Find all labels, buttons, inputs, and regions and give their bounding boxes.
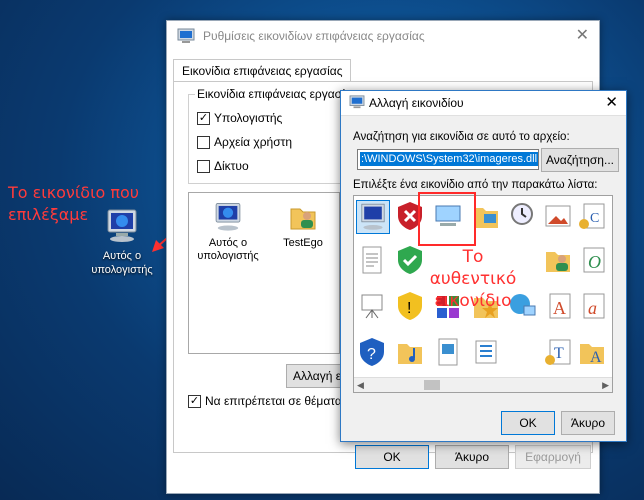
change-icon-button[interactable]: Αλλαγή ε	[286, 364, 348, 388]
document-icon	[362, 246, 382, 274]
grid-icon-font-italic-a[interactable]: a	[576, 290, 608, 322]
search-label: Αναζήτηση για εικονίδια σε αυτό το αρχεί…	[353, 131, 570, 143]
checkbox-checked-icon[interactable]: ✓	[197, 111, 210, 125]
music-folder-icon	[398, 344, 422, 364]
svg-text:A: A	[590, 349, 602, 366]
svg-text:O: O	[588, 252, 601, 272]
scroll-thumb[interactable]	[424, 380, 440, 390]
grid-icon-document-list[interactable]	[432, 336, 464, 368]
svg-text:a: a	[588, 298, 597, 318]
document-list-icon	[438, 338, 458, 366]
font-icon: A	[549, 293, 571, 319]
user-folder-icon	[546, 252, 570, 272]
checkbox-label: Να επιτρέπεται σε θέματα	[205, 394, 342, 408]
settings-window-icon	[177, 28, 195, 43]
grid-icon-picture[interactable]	[542, 200, 574, 232]
font-certificate-icon: T	[545, 339, 571, 365]
checkbox-icon[interactable]	[197, 159, 210, 173]
tab-desktop-icons[interactable]: Εικονίδια επιφάνειας εργασίας	[173, 59, 352, 82]
grid-icon-clock[interactable]	[506, 200, 538, 232]
title-bar: Αλλαγή εικονιδίου ✕	[341, 91, 626, 116]
title-bar: Ρυθμίσεις εικονιδίων επιφάνειας εργασίας…	[167, 21, 599, 51]
list-item-this-pc[interactable]: Αυτός ο υπολογιστής	[193, 201, 263, 263]
help-icon: ?	[360, 338, 384, 366]
select-label: Επιλέξτε ένα εικονίδιο από την παρακάτω …	[353, 179, 598, 191]
font-icon: O	[583, 247, 605, 273]
browse-button[interactable]: Αναζήτηση...	[541, 148, 619, 172]
close-icon[interactable]: ✕	[576, 25, 589, 45]
grid-icon-computer-selected[interactable]	[356, 200, 390, 234]
checkbox-computer[interactable]: ✓ Υπολογιστής	[197, 111, 282, 125]
picture-icon	[545, 205, 571, 227]
checkbox-network[interactable]: Δίκτυο	[197, 159, 249, 173]
list-item-label: Αυτός ο υπολογιστής	[197, 237, 259, 262]
annotation-box	[418, 192, 476, 246]
grid-icon-document[interactable]	[356, 244, 388, 276]
svg-text:A: A	[553, 298, 566, 318]
grid-icon-font-a[interactable]: A	[542, 290, 574, 322]
checkbox-label: Αρχεία χρήστη	[214, 135, 293, 149]
computer-icon	[361, 203, 385, 230]
settings-window-icon	[349, 95, 365, 109]
checkbox-checked-icon[interactable]: ✓	[188, 394, 201, 408]
checkbox-icon[interactable]	[197, 135, 210, 149]
scroll-right-icon[interactable]: ▶	[602, 378, 609, 392]
clock-icon	[511, 203, 533, 225]
file-path-input[interactable]: :\WINDOWS\System32\imageres.dll	[357, 149, 539, 170]
list-icon	[475, 340, 497, 364]
font-icon: a	[583, 293, 605, 319]
checkbox-label: Δίκτυο	[214, 159, 249, 173]
svg-text:!: !	[407, 300, 411, 317]
close-icon[interactable]: ✕	[605, 93, 618, 111]
grid-icon-music-folder[interactable]	[394, 336, 426, 368]
ok-button[interactable]: OK	[355, 445, 429, 469]
cancel-button[interactable]: Άκυρο	[561, 411, 615, 435]
cancel-button[interactable]: Άκυρο	[435, 445, 509, 469]
grid-icon-font-o[interactable]: O	[576, 244, 608, 276]
svg-text:T: T	[554, 345, 564, 362]
grid-icon-list[interactable]	[470, 336, 502, 368]
annotation-original-icon: Το αυθεντικό εικονίδιο	[429, 247, 517, 311]
font-folder-icon: A	[580, 344, 604, 366]
grid-icon-font-certificate[interactable]: C	[576, 200, 608, 232]
grid-icon-presentation[interactable]	[356, 290, 388, 322]
grid-icon-help[interactable]: ?	[356, 336, 388, 368]
user-folder-icon	[290, 208, 316, 230]
checkbox-user-files[interactable]: Αρχεία χρήστη	[197, 135, 292, 149]
computer-icon	[215, 202, 241, 231]
grid-icon-font-folder-a[interactable]: A	[576, 336, 608, 368]
desktop-icon-list[interactable]: Αυτός ο υπολογιστής TestEgo	[188, 192, 340, 354]
presentation-icon	[361, 294, 383, 319]
checkbox-label: Υπολογιστής	[214, 111, 283, 125]
dialog-title: Αλλαγή εικονιδίου	[369, 96, 464, 110]
grid-icon-font-cert-t[interactable]: T	[542, 336, 574, 368]
ok-button[interactable]: OK	[501, 411, 555, 435]
svg-text:?: ?	[367, 346, 376, 363]
svg-text:C: C	[590, 211, 599, 226]
list-item-user[interactable]: TestEgo	[271, 201, 335, 250]
grid-icon-user-folder[interactable]	[542, 244, 574, 276]
horizontal-scrollbar[interactable]: ◀ ▶	[354, 377, 612, 392]
font-certificate-icon: C	[579, 203, 605, 229]
group-title: Εικονίδια επιφάνειας εργασί	[195, 87, 347, 101]
scroll-left-icon[interactable]: ◀	[357, 378, 364, 392]
dialog-title: Ρυθμίσεις εικονιδίων επιφάνειας εργασίας	[203, 29, 425, 43]
apply-button[interactable]: Εφαρμογή	[515, 445, 591, 469]
file-path-value: :\WINDOWS\System32\imageres.dll	[360, 152, 539, 166]
list-item-label: TestEgo	[283, 237, 323, 249]
checkbox-allow-themes[interactable]: ✓ Να επιτρέπεται σε θέματα	[188, 394, 342, 408]
